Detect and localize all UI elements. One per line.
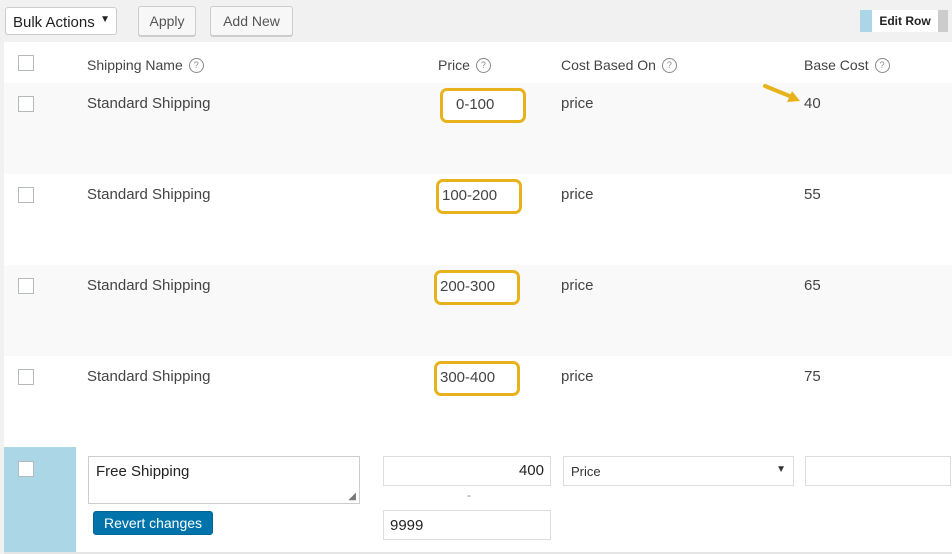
- price-range-cell: 0-100: [440, 88, 526, 123]
- dropdown-arrow-icon: ▼: [776, 464, 786, 475]
- edit-row: Free Shipping ◢ Revert changes 400 - 999…: [4, 447, 952, 552]
- bulk-actions-select[interactable]: Bulk Actions ▼: [5, 7, 117, 35]
- cost-based-on-value: Price: [571, 464, 601, 479]
- select-all-checkbox[interactable]: [18, 55, 34, 71]
- shipping-name-value: Free Shipping: [96, 463, 190, 480]
- add-new-button[interactable]: Add New: [210, 6, 293, 36]
- table-row[interactable]: Standard Shipping 200-300 price 65: [4, 265, 952, 356]
- row-checkbox[interactable]: [18, 187, 34, 203]
- row-checkbox[interactable]: [18, 369, 34, 385]
- column-cost-based-on-label: Cost Based On: [561, 57, 656, 73]
- shipping-name-cell: Standard Shipping: [87, 186, 211, 203]
- help-icon[interactable]: ?: [475, 58, 491, 73]
- price-min-input[interactable]: 400: [383, 456, 551, 486]
- table-header: Shipping Name? Price? Cost Based On? Bas…: [4, 42, 952, 84]
- price-range-separator: -: [467, 488, 471, 502]
- shipping-table: Shipping Name? Price? Cost Based On? Bas…: [4, 42, 952, 554]
- column-base-cost: Base Cost?: [804, 57, 890, 73]
- base-cost-cell: 55: [804, 186, 821, 203]
- shipping-name-textarea[interactable]: Free Shipping ◢: [88, 456, 360, 504]
- base-cost-cell: 75: [804, 368, 821, 385]
- column-price: Price?: [438, 57, 491, 73]
- apply-button[interactable]: Apply: [138, 6, 196, 36]
- table-row[interactable]: Standard Shipping 300-400 price 75: [4, 356, 952, 447]
- help-icon[interactable]: ?: [661, 58, 677, 73]
- revert-changes-button[interactable]: Revert changes: [93, 511, 213, 535]
- table-row[interactable]: Standard Shipping 0-100 price 40: [4, 83, 952, 174]
- column-shipping-name-label: Shipping Name: [87, 57, 183, 73]
- cost-based-on-cell: price: [561, 277, 594, 294]
- price-max-input[interactable]: 9999: [383, 510, 551, 540]
- shipping-name-cell: Standard Shipping: [87, 368, 211, 385]
- shipping-name-cell: Standard Shipping: [87, 95, 211, 112]
- edit-row-indicator: [860, 10, 872, 32]
- base-cost-cell: 40: [804, 95, 821, 112]
- column-cost-based-on: Cost Based On?: [561, 57, 677, 73]
- cost-based-on-cell: price: [561, 368, 594, 385]
- shipping-name-cell: Standard Shipping: [87, 277, 211, 294]
- cost-based-on-cell: price: [561, 95, 594, 112]
- edit-row-indicator-end: [938, 10, 948, 32]
- cost-based-on-cell: price: [561, 186, 594, 203]
- edit-row-label: Edit Row: [872, 10, 938, 32]
- base-cost-cell: 65: [804, 277, 821, 294]
- row-checkbox[interactable]: [18, 461, 34, 477]
- row-checkbox[interactable]: [18, 278, 34, 294]
- annotation-arrow-icon: [763, 84, 800, 102]
- row-checkbox[interactable]: [18, 96, 34, 112]
- base-cost-input[interactable]: [805, 456, 951, 486]
- help-icon[interactable]: ?: [188, 58, 204, 73]
- dropdown-arrow-icon: ▼: [100, 14, 110, 25]
- cost-based-on-select[interactable]: Price ▼: [563, 456, 794, 486]
- column-price-label: Price: [438, 57, 470, 73]
- column-base-cost-label: Base Cost: [804, 57, 869, 73]
- column-shipping-name: Shipping Name?: [87, 57, 204, 73]
- price-range-cell: 200-300: [434, 270, 520, 305]
- resize-handle-icon[interactable]: ◢: [348, 491, 356, 502]
- edit-row-accent: [4, 447, 76, 552]
- price-range-cell: 100-200: [436, 179, 522, 214]
- price-range-cell: 300-400: [434, 361, 520, 396]
- help-icon[interactable]: ?: [874, 58, 890, 73]
- table-row[interactable]: Standard Shipping 100-200 price 55: [4, 174, 952, 265]
- toolbar: Bulk Actions ▼ Apply Add New Edit Row: [0, 0, 952, 42]
- bulk-actions-label: Bulk Actions: [13, 14, 95, 31]
